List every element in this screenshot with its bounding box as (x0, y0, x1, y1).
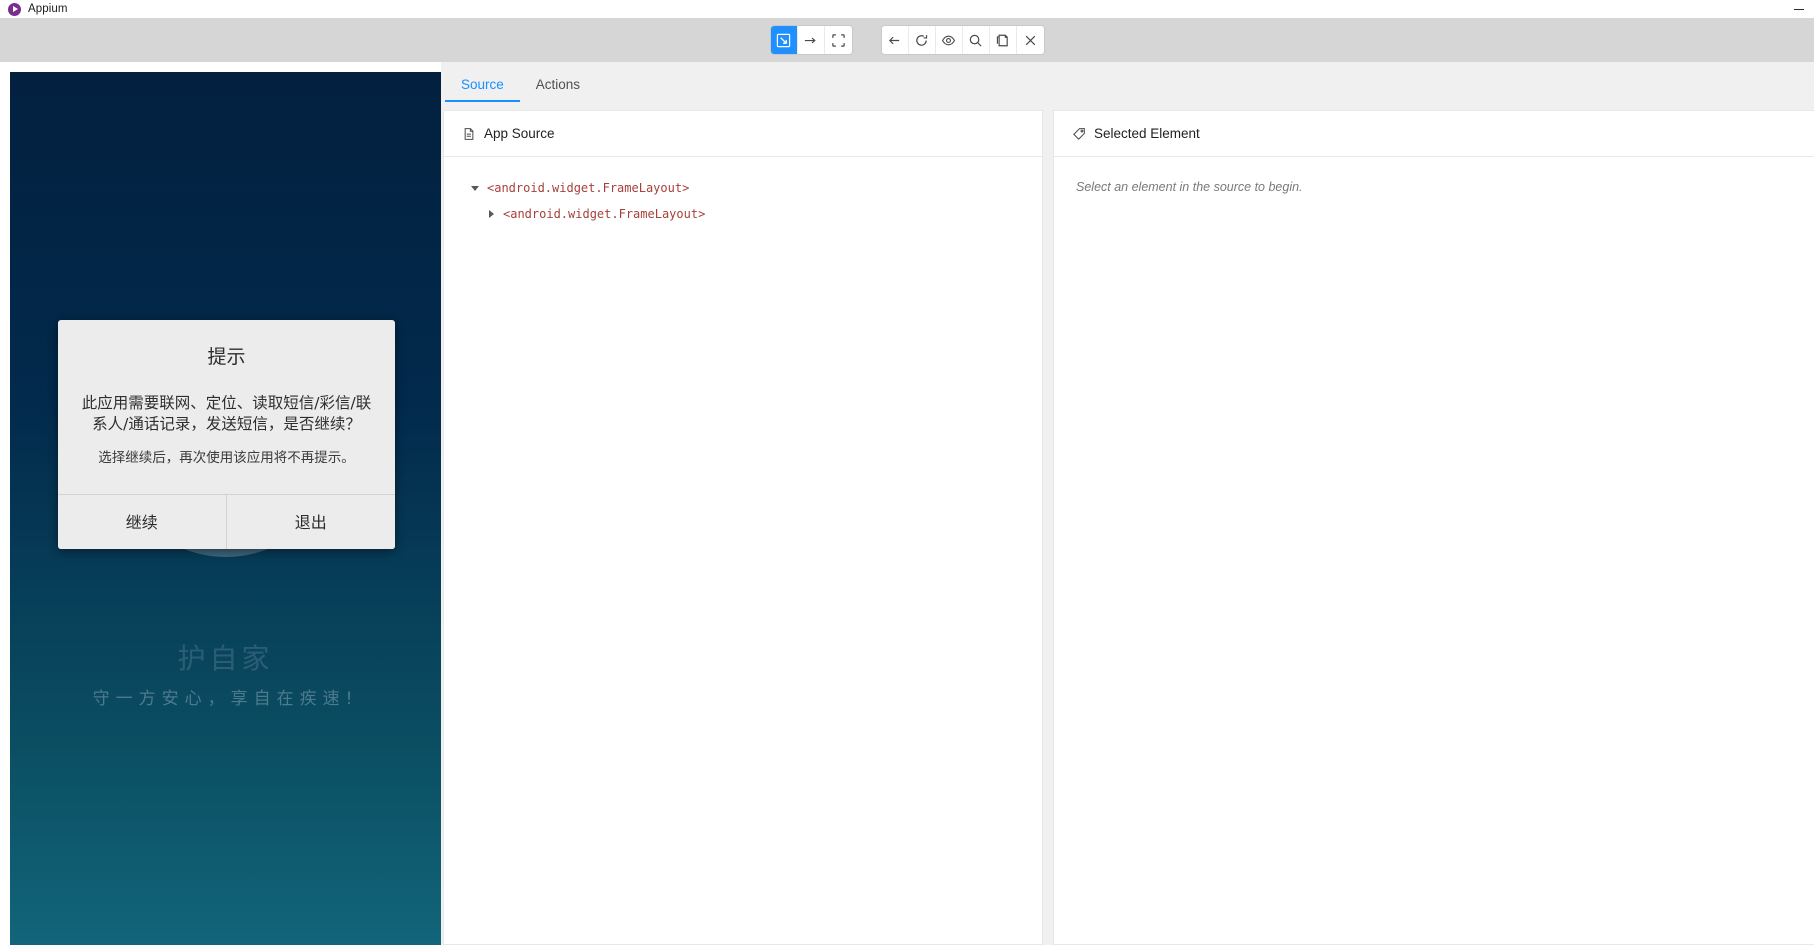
brand-tagline: 守一方安心，享自在疾速! (92, 689, 359, 709)
toolbar-group-session-actions (881, 26, 1044, 54)
eye-icon[interactable] (935, 26, 963, 54)
permission-dialog: 提示 此应用需要联网、定位、读取短信/彩信/联系人/通话记录，发送短信，是否继续… (58, 320, 395, 549)
app-source-title: App Source (484, 126, 555, 141)
magnifier-icon[interactable] (962, 26, 990, 54)
inspector-tabs: Source Actions (441, 62, 1814, 102)
app-source-header: App Source (444, 111, 1042, 157)
appium-logo-icon (8, 2, 21, 16)
app-source-panel: App Source <android.widget.FrameLayout> … (443, 110, 1043, 945)
toolbar-group-interaction-modes (770, 26, 852, 54)
window-title-bar: Appium (0, 0, 1814, 18)
back-button[interactable] (881, 26, 909, 54)
dialog-exit-button[interactable]: 退出 (226, 495, 395, 549)
chevron-down-icon[interactable] (470, 183, 480, 193)
tree-node-framelayout-root[interactable]: <android.widget.FrameLayout> (444, 175, 1042, 201)
tree-node-framelayout-child[interactable]: <android.widget.FrameLayout> (444, 201, 1042, 227)
selected-element-body: Select an element in the source to begin… (1054, 157, 1814, 944)
copy-icon[interactable] (989, 26, 1017, 54)
crosshair-frame-icon[interactable] (824, 26, 852, 54)
main-toolbar (0, 18, 1814, 62)
device-screenshot-column: 护自家 守一方安心，享自在疾速! 提示 此应用需要联网、定位、读取短信/彩信/联… (0, 62, 441, 945)
selected-element-empty-message: Select an element in the source to begin… (1076, 180, 1303, 194)
swipe-tool[interactable] (797, 26, 825, 54)
selected-element-header: Selected Element (1054, 111, 1814, 157)
tab-source[interactable]: Source (445, 77, 520, 102)
dialog-continue-button[interactable]: 继续 (58, 495, 227, 549)
window-title: Appium (28, 3, 68, 15)
tab-actions[interactable]: Actions (520, 77, 596, 102)
tag-icon (1072, 127, 1086, 141)
selected-element-title: Selected Element (1094, 126, 1200, 141)
tree-node-label: <android.widget.FrameLayout> (487, 181, 690, 195)
panels-row: App Source <android.widget.FrameLayout> … (441, 102, 1814, 945)
select-element-tool[interactable] (770, 26, 798, 54)
main-body: 护自家 守一方安心，享自在疾速! 提示 此应用需要联网、定位、读取短信/彩信/联… (0, 62, 1814, 945)
dialog-button-row: 继续 退出 (58, 494, 395, 549)
dialog-title: 提示 (207, 346, 246, 368)
minimize-icon[interactable] (1784, 0, 1814, 18)
file-document-icon (462, 127, 476, 141)
selected-element-panel: Selected Element Select an element in th… (1053, 110, 1814, 945)
brand-watermark: 护自家 (177, 642, 274, 675)
device-screen[interactable]: 护自家 守一方安心，享自在疾速! 提示 此应用需要联网、定位、读取短信/彩信/联… (10, 72, 441, 945)
close-x-icon[interactable] (1016, 26, 1044, 54)
dialog-message: 此应用需要联网、定位、读取短信/彩信/联系人/通话记录，发送短信，是否继续？ (81, 394, 372, 433)
chevron-right-icon[interactable] (486, 209, 496, 219)
app-source-tree[interactable]: <android.widget.FrameLayout> <android.wi… (444, 157, 1042, 944)
tree-node-label: <android.widget.FrameLayout> (503, 207, 706, 221)
inspector-column: Source Actions App Source <android.widge… (441, 62, 1814, 945)
refresh-icon[interactable] (908, 26, 936, 54)
window-controls (1784, 0, 1814, 18)
dialog-sub-message: 选择继续后，再次使用该应用将不再提示。 (98, 450, 355, 466)
